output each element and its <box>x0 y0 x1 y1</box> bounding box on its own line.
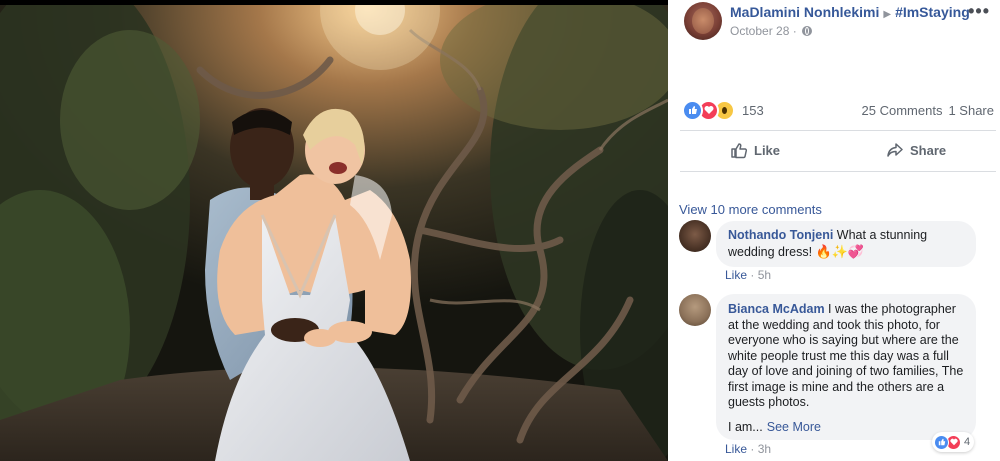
like-button-label: Like <box>754 142 781 158</box>
comment-time[interactable]: 3h <box>758 442 771 456</box>
comment-meta: Like · 5h <box>725 268 772 282</box>
reaction-count: 153 <box>742 102 764 118</box>
comment-like-link[interactable]: Like <box>725 442 747 456</box>
comment-like-link[interactable]: Like <box>725 268 747 282</box>
wedding-photo-image <box>0 0 668 461</box>
comment-time[interactable]: 5h <box>758 268 771 282</box>
comment-reactions[interactable]: 4 <box>932 432 975 452</box>
comment-bubble: Nothando Tonjeni What a stunning wedding… <box>716 221 976 267</box>
see-more-link[interactable]: See More <box>767 420 821 434</box>
share-button[interactable]: Share <box>886 138 946 162</box>
post-timestamp: October 28 · <box>730 24 813 38</box>
comment-reaction-count: 4 <box>964 436 971 448</box>
post-header: MaDlamini Nonhlekimi ▶ #ImStaying <box>730 4 970 20</box>
divider <box>680 130 996 131</box>
post-photo[interactable] <box>0 0 668 461</box>
commenter-avatar[interactable] <box>679 220 711 252</box>
engagement-counts: 25 Comments 1 Share <box>856 103 994 118</box>
post-date[interactable]: October 28 <box>730 24 789 38</box>
commenter-name[interactable]: Bianca McAdam <box>728 302 825 316</box>
view-more-comments-link[interactable]: View 10 more comments <box>679 202 822 217</box>
author-name[interactable]: MaDlamini Nonhlekimi <box>730 4 879 20</box>
more-options-icon[interactable]: ••• <box>968 1 990 22</box>
group-name[interactable]: #ImStaying <box>895 4 970 20</box>
post-panel: MaDlamini Nonhlekimi ▶ #ImStaying ••• Octo… <box>668 0 1000 461</box>
divider <box>680 171 996 172</box>
comment-truncation: I am... See More <box>728 420 964 436</box>
comment-emojis: 🔥✨💞 <box>815 243 865 259</box>
share-arrow-icon <box>887 143 903 157</box>
comment-body: Bianca McAdam I was the photographer at … <box>728 302 964 411</box>
comment-text: I was the photographer at the wedding an… <box>728 302 964 409</box>
like-icon <box>682 99 703 121</box>
comments-count[interactable]: 25 Comments <box>862 103 943 118</box>
thumbs-up-icon <box>731 143 748 159</box>
globe-icon <box>802 26 813 36</box>
comment-bubble: Bianca McAdam I was the photographer at … <box>716 294 976 440</box>
like-button[interactable]: Like <box>730 138 780 162</box>
share-button-label: Share <box>910 142 947 158</box>
comment-meta: Like · 3h <box>725 442 772 456</box>
commenter-avatar[interactable] <box>679 294 711 326</box>
comment-truncated-text: I am... <box>728 419 763 434</box>
author-avatar[interactable] <box>684 2 722 40</box>
like-icon <box>934 434 949 450</box>
caret-right-icon: ▶ <box>883 9 892 20</box>
reaction-summary[interactable]: 153 <box>682 99 764 121</box>
commenter-name[interactable]: Nothando Tonjeni <box>728 228 833 242</box>
shares-count[interactable]: 1 Share <box>948 103 994 118</box>
